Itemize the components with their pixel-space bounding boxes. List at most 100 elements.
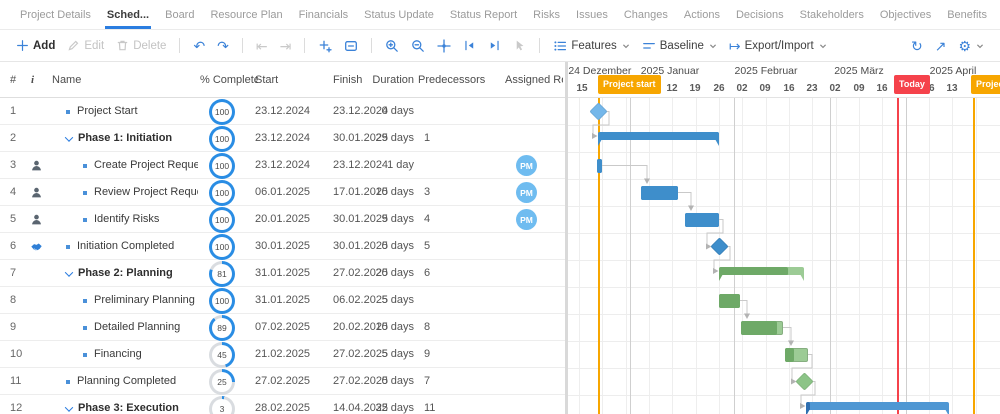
cell-task-name: Preliminary Planning — [52, 287, 198, 314]
gantt-task-bar[interactable] — [597, 158, 602, 173]
add-button[interactable]: Add — [10, 34, 61, 58]
gantt-task-bar[interactable] — [685, 212, 719, 227]
summary-progress — [806, 402, 811, 410]
task-bullet-icon — [66, 109, 70, 114]
tab-board[interactable]: Board — [157, 0, 202, 29]
settings-menu[interactable]: ⚙ — [952, 34, 990, 58]
timeline-week-label: 13 — [946, 83, 958, 94]
toolbar-left-group: Add Edit Delete ↶ ↷ ⇤ ⇥ Features Baseline ↦ Export… — [10, 34, 833, 58]
cell-task-name: Phase 1: Initiation — [52, 125, 198, 152]
percent-complete-value: 45 — [212, 345, 232, 365]
task-name-label: Planning Completed — [77, 375, 177, 387]
toolbar-separator — [304, 38, 306, 53]
column-header-start[interactable]: Start — [255, 62, 317, 98]
table-row[interactable]: 3 Create Project Request 100 23.12.2024 23.1… — [0, 152, 565, 179]
table-row[interactable]: 10 Financing 45 21.02.2025 27.02.2025 5 days 9 — [0, 341, 565, 368]
tab-resource-plan[interactable]: Resource Plan — [202, 0, 290, 29]
table-row[interactable]: 2 Phase 1: Initiation 100 23.12.2024 30.01.2… — [0, 125, 565, 152]
task-name-label: Financing — [94, 348, 142, 360]
table-row[interactable]: 7 Phase 2: Planning 81 31.01.2025 27.02.2025… — [0, 260, 565, 287]
table-row[interactable]: 5 Identify Risks 100 20.01.2025 30.01.2025 9 … — [0, 206, 565, 233]
collapse-all-button[interactable] — [338, 34, 364, 58]
tab-stakeholders[interactable]: Stakeholders — [792, 0, 872, 29]
tab-requirements[interactable]: Requirements — [995, 0, 1000, 29]
gear-icon: ⚙ — [958, 37, 971, 54]
features-menu[interactable]: Features — [547, 34, 635, 58]
zoom-out-button[interactable] — [405, 34, 431, 58]
fullscreen-button[interactable]: ↗ — [929, 34, 953, 58]
tab-project-details[interactable]: Project Details — [12, 0, 99, 29]
undo-button[interactable]: ↶ — [187, 34, 211, 58]
redo-button[interactable]: ↷ — [211, 34, 235, 58]
gantt-task-bar[interactable] — [641, 185, 678, 200]
fit-icon — [437, 38, 452, 53]
gantt-summary-bar[interactable] — [598, 132, 719, 146]
baseline-menu[interactable]: Baseline — [636, 34, 723, 58]
add-task-button[interactable] — [312, 34, 338, 58]
cell-task-name: Planning Completed — [52, 368, 198, 395]
zoom-out-icon — [411, 39, 425, 53]
person-icon — [30, 159, 43, 172]
timeline-week-label: 23 — [806, 83, 818, 94]
cell-duration: 10 days — [375, 186, 414, 198]
gantt-task-bar[interactable] — [785, 347, 808, 362]
tab-actions[interactable]: Actions — [676, 0, 728, 29]
zoom-in-button[interactable] — [379, 34, 405, 58]
timeline-month-label: 2025 Februar — [734, 65, 798, 77]
tab-label: Risks — [533, 8, 561, 21]
table-row[interactable]: 6 Initiation Completed 100 30.01.2025 30.01.… — [0, 233, 565, 260]
column-header-complete[interactable]: % Complete — [200, 62, 258, 98]
table-row[interactable]: 9 Detailed Planning 89 07.02.2025 20.02.2025… — [0, 314, 565, 341]
timeline-week-label: 02 — [736, 83, 748, 94]
tab-financials[interactable]: Financials — [291, 0, 357, 29]
percent-complete-value: 100 — [212, 237, 232, 257]
task-bullet-icon — [83, 190, 87, 195]
tab-objectives[interactable]: Objectives — [872, 0, 939, 29]
tab-status-update[interactable]: Status Update — [356, 0, 442, 29]
jump-to-end-button[interactable] — [482, 34, 507, 58]
timeline-week-label: 19 — [689, 83, 701, 94]
collapse-chevron-icon[interactable] — [64, 267, 74, 277]
column-header-item[interactable]: # — [10, 62, 32, 98]
task-progress — [719, 293, 740, 308]
table-row[interactable]: 1 Project Start 100 23.12.2024 23.12.2024 0 d… — [0, 98, 565, 125]
gantt-task-bar[interactable] — [741, 320, 783, 335]
percent-complete-value: 81 — [212, 264, 232, 284]
tab-changes[interactable]: Changes — [616, 0, 676, 29]
collapse-chevron-icon[interactable] — [64, 132, 74, 142]
summary-progress — [719, 267, 788, 275]
table-row[interactable]: 4Review Project Request10006.01.202517.0… — [0, 179, 565, 206]
gantt-summary-bar[interactable] — [719, 267, 804, 281]
tab-benefits[interactable]: Benefits — [939, 0, 995, 29]
tab-decisions[interactable]: Decisions — [728, 0, 792, 29]
column-header-i[interactable]: i — [31, 62, 47, 98]
cell-start-date: 06.01.2025 — [255, 186, 311, 198]
jump-to-start-button[interactable] — [457, 34, 482, 58]
task-name-label: Create Project Request — [94, 159, 198, 171]
gantt-task-bar[interactable] — [719, 293, 740, 308]
tab-sched[interactable]: Sched... — [99, 0, 157, 29]
task-bullet-icon — [83, 298, 87, 303]
collapse-chevron-icon[interactable] — [64, 402, 74, 412]
zoom-to-fit-button[interactable] — [431, 34, 457, 58]
column-header-name[interactable]: Name — [52, 62, 198, 98]
refresh-button[interactable]: ↻ — [905, 34, 929, 58]
column-header-assigned-re[interactable]: Assigned Re — [505, 62, 563, 98]
task-name-label: Initiation Completed — [77, 240, 175, 252]
table-row[interactable]: 11 Planning Completed 25 27.02.2025 27.02.20… — [0, 368, 565, 395]
table-row[interactable]: 8 Preliminary Planning 100 31.01.2025 06.02.… — [0, 287, 565, 314]
table-row[interactable]: 12 Phase 3: Execution 3 28.02.2025 14.04.202… — [0, 395, 565, 414]
indent-icon: ⇥ — [279, 37, 292, 54]
tab-risks[interactable]: Risks — [525, 0, 568, 29]
cell-duration: 0 days — [381, 240, 414, 252]
column-header-predecessors[interactable]: Predecessors — [418, 62, 500, 98]
assignee-avatar: PM — [516, 182, 537, 203]
tab-issues[interactable]: Issues — [568, 0, 616, 29]
cell-row-number: 6 — [10, 240, 17, 252]
export-import-menu[interactable]: ↦ Export/Import — [723, 34, 833, 58]
gantt-summary-bar[interactable] — [806, 402, 949, 414]
cell-start-date: 07.02.2025 — [255, 321, 311, 333]
tab-status-report[interactable]: Status Report — [442, 0, 525, 29]
timeline-week-label: 26 — [713, 83, 725, 94]
column-header-duration[interactable]: Duration — [352, 62, 414, 98]
